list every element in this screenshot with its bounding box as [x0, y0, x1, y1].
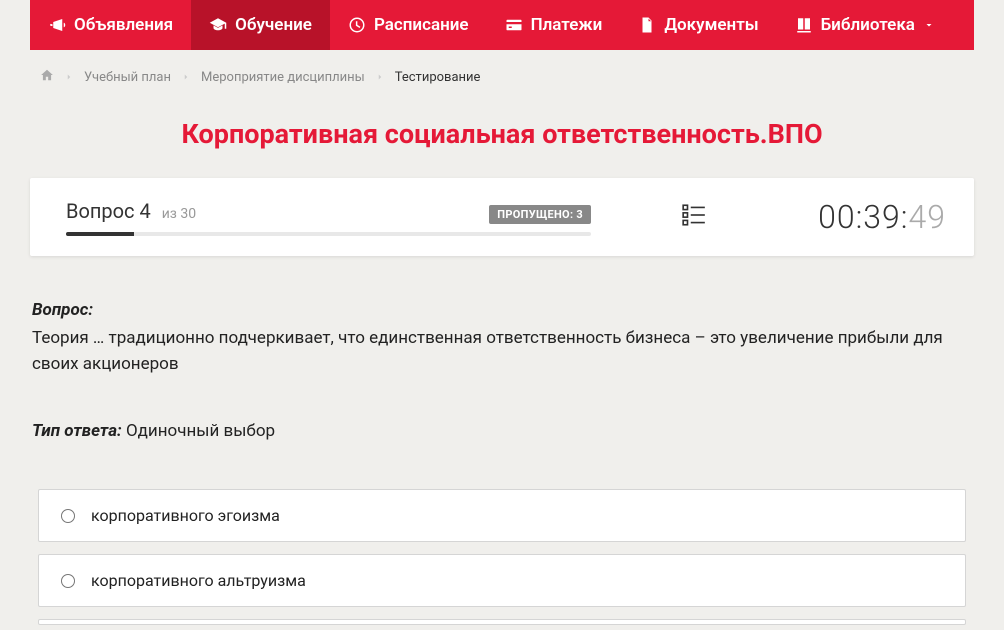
- progress-fill: [66, 232, 134, 236]
- answer-type: Тип ответа: Одиночный выбор: [32, 421, 972, 441]
- question-total: из 30: [162, 206, 196, 222]
- nav-payments[interactable]: Платежи: [487, 0, 621, 50]
- nav-library[interactable]: Библиотека: [777, 0, 953, 50]
- option-radio[interactable]: [61, 509, 75, 523]
- quiz-header: Вопрос 4 из 30 ПРОПУЩЕНО: 3: [30, 178, 974, 256]
- nav-documents[interactable]: Документы: [620, 0, 776, 50]
- chevron-right-icon: [181, 72, 191, 82]
- option-text: корпоративного альтруизма: [91, 571, 306, 590]
- option-radio[interactable]: [61, 574, 75, 588]
- options-list: корпоративного эгоизма корпоративного ал…: [30, 489, 974, 625]
- timer: 00:39:49: [818, 198, 946, 236]
- option-row[interactable]: корпоративного альтруизма: [38, 554, 966, 607]
- question-text: Теория … традиционно подчеркивает, что е…: [32, 326, 972, 377]
- option-row-partial: [38, 619, 966, 625]
- nav-label: Объявления: [74, 15, 173, 35]
- chevron-down-icon: [923, 19, 935, 31]
- nav-label: Обучение: [235, 15, 312, 35]
- question-progress: Вопрос 4 из 30 ПРОПУЩЕНО: 3: [66, 199, 591, 236]
- book-icon: [795, 16, 813, 34]
- megaphone-icon: [48, 16, 66, 34]
- card-icon: [505, 16, 523, 34]
- nav-education[interactable]: Обучение: [191, 0, 330, 50]
- document-icon: [638, 16, 656, 34]
- option-row[interactable]: корпоративного эгоизма: [38, 489, 966, 542]
- question-body: Вопрос: Теория … традиционно подчеркивае…: [30, 300, 974, 441]
- breadcrumb-link[interactable]: Мероприятие дисциплины: [201, 70, 365, 85]
- graduation-icon: [209, 16, 227, 34]
- question-number: Вопрос 4: [66, 199, 156, 223]
- chevron-right-icon: [64, 72, 74, 82]
- breadcrumb: Учебный план Мероприятие дисциплины Тест…: [30, 60, 974, 100]
- nav-schedule[interactable]: Расписание: [330, 0, 487, 50]
- skipped-badge: ПРОПУЩЕНО: 3: [489, 205, 591, 224]
- progress-bar: [66, 232, 591, 236]
- option-text: корпоративного эгоизма: [91, 506, 280, 525]
- breadcrumb-home[interactable]: [40, 68, 54, 86]
- nav-label: Расписание: [374, 15, 469, 35]
- main-nav: Объявления Обучение Расписание Платежи Д…: [30, 0, 974, 50]
- nav-label: Платежи: [531, 15, 603, 35]
- nav-label: Документы: [664, 15, 758, 35]
- page-title: Корпоративная социальная ответственность…: [30, 118, 974, 150]
- breadcrumb-link[interactable]: Учебный план: [84, 70, 171, 85]
- question-list-toggle[interactable]: [681, 202, 707, 232]
- nav-announcements[interactable]: Объявления: [30, 0, 191, 50]
- nav-label: Библиотека: [821, 15, 915, 35]
- breadcrumb-current: Тестирование: [395, 70, 481, 85]
- chevron-right-icon: [375, 72, 385, 82]
- clock-icon: [348, 16, 366, 34]
- question-label: Вопрос:: [32, 300, 972, 320]
